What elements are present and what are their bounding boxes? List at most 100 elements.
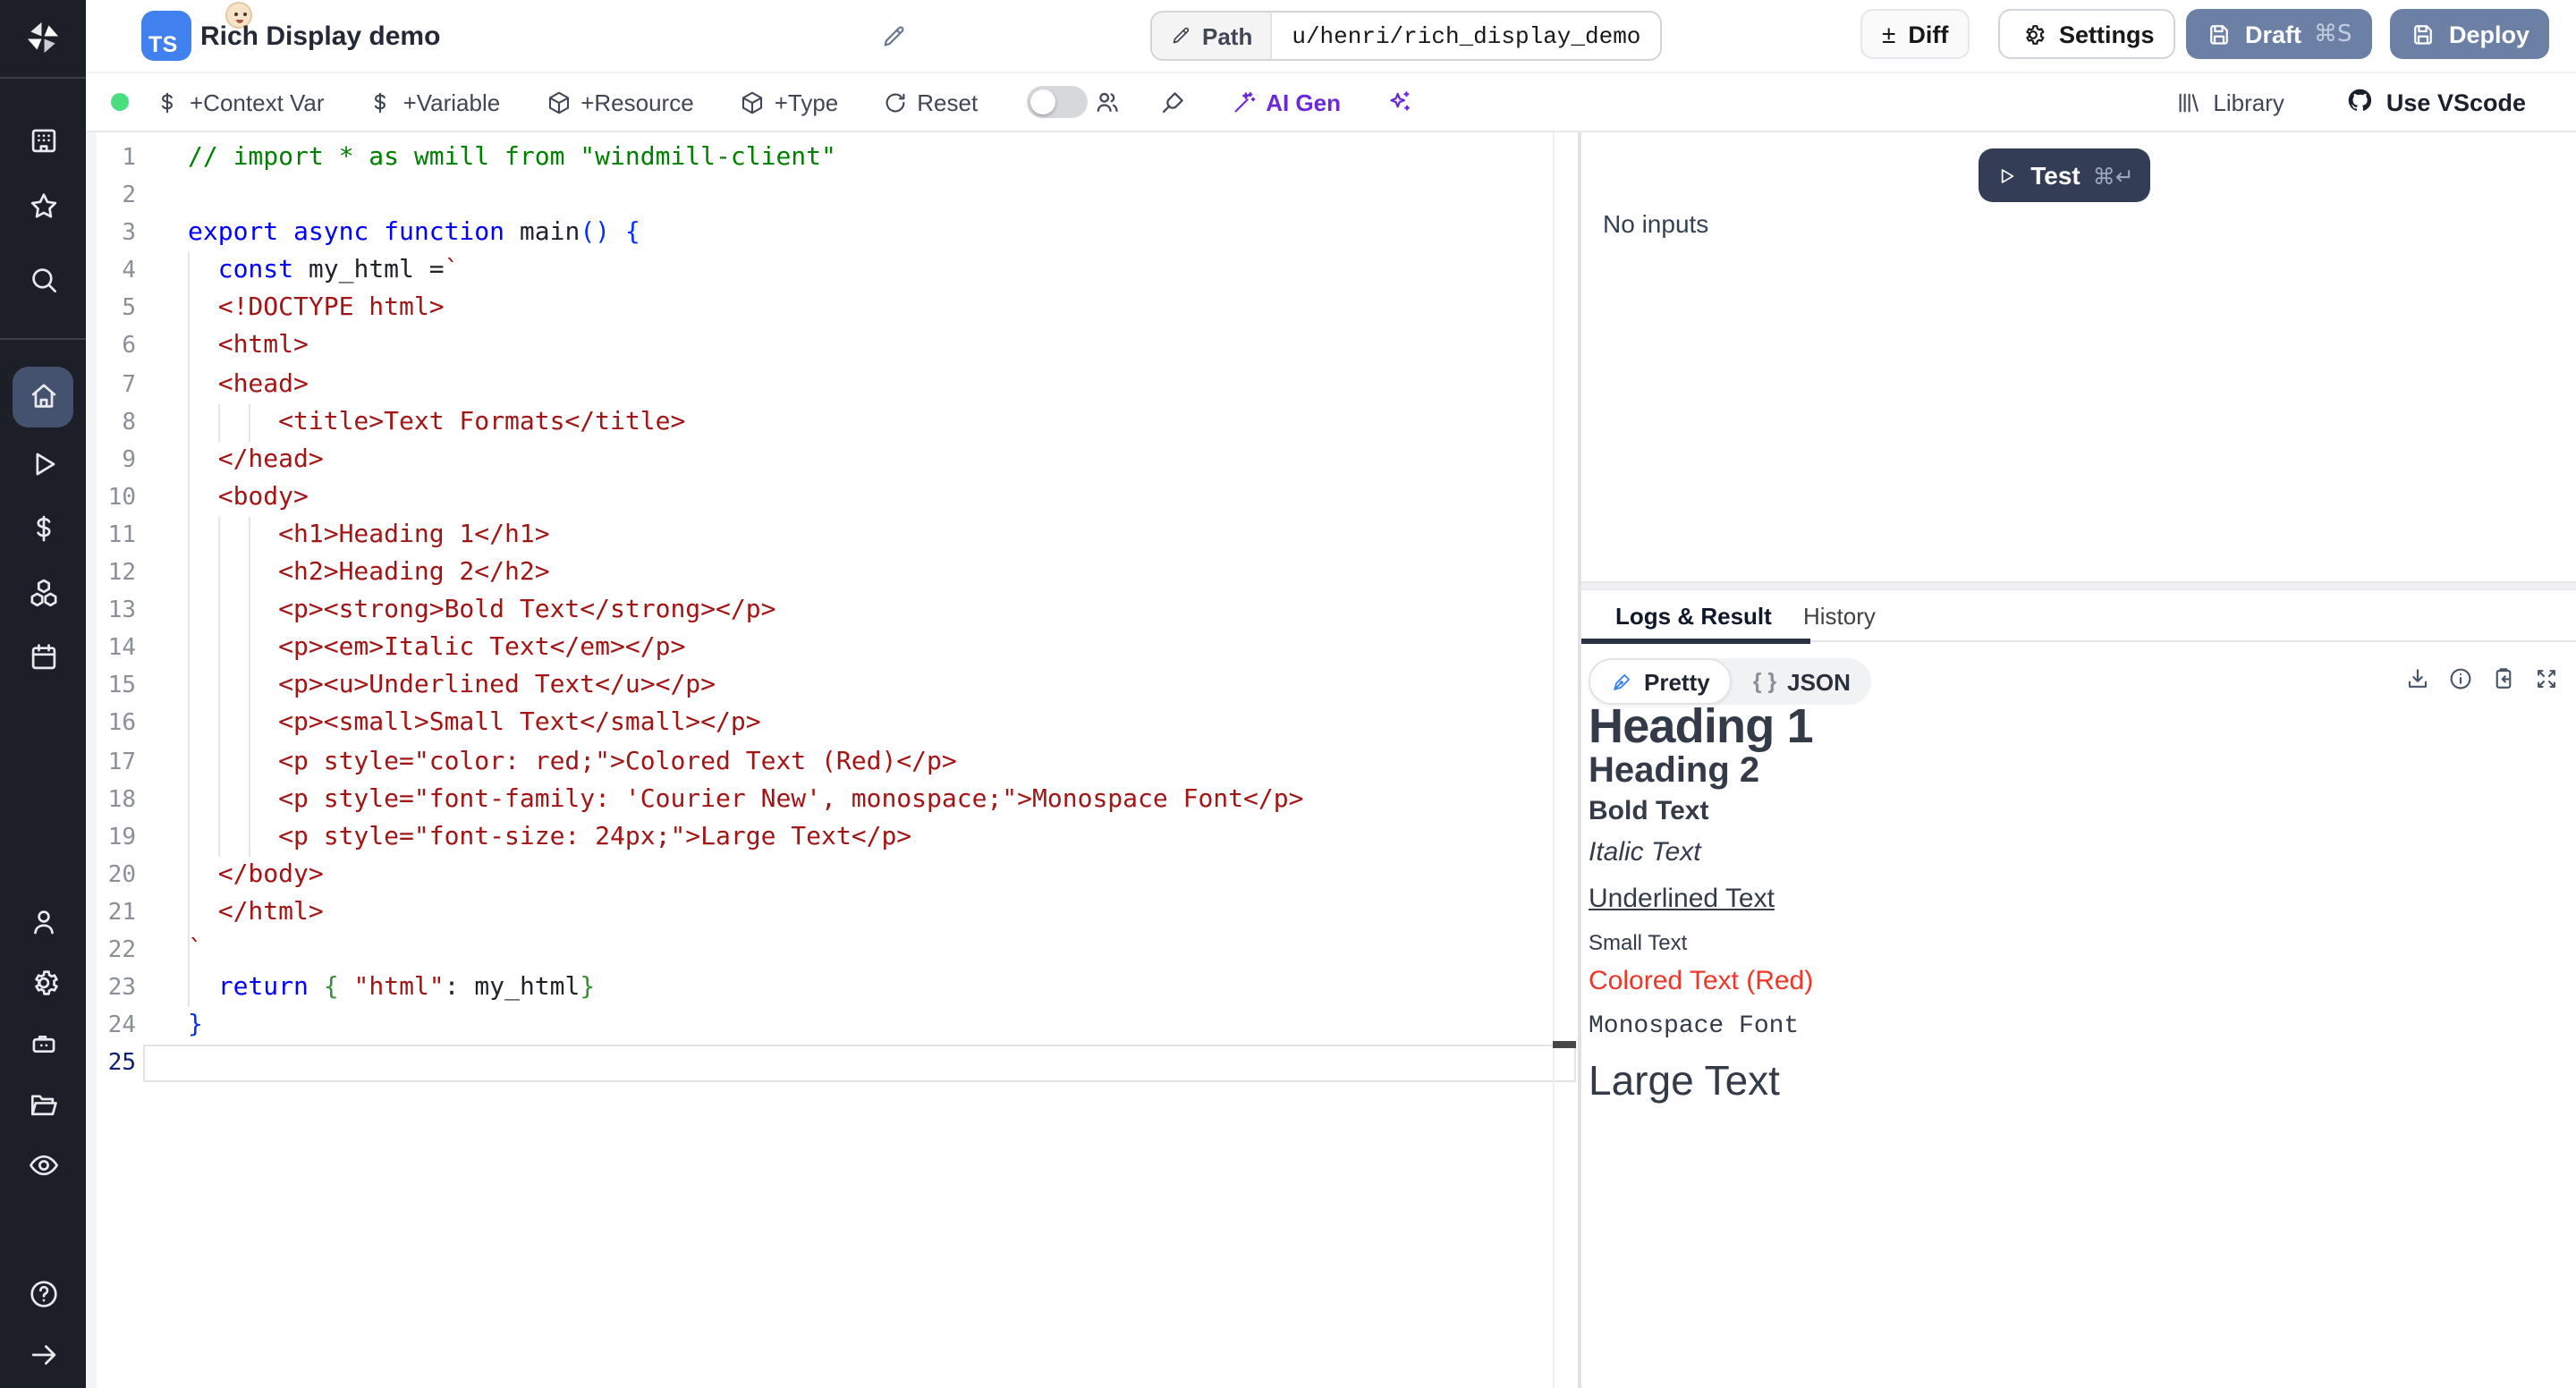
sidebar-item-folders[interactable]	[0, 1088, 86, 1121]
toolbar-button-label: +Variable	[403, 89, 501, 115]
code-line[interactable]: <p><small>Small Text</small></p>	[188, 706, 1303, 743]
code-line[interactable]: </html>	[188, 894, 1303, 932]
use-vscode-button[interactable]: Use VScode	[2345, 85, 2526, 119]
code-line[interactable]: <p style="font-size: 24px;">Large Text</…	[188, 818, 1303, 856]
code-line[interactable]: <p style="font-family: 'Courier New', mo…	[188, 781, 1303, 818]
sidebar-item-account[interactable]	[0, 905, 86, 939]
code-line[interactable]: <h2>Heading 2</h2>	[188, 554, 1303, 592]
sidebar-item-resources[interactable]	[0, 576, 86, 610]
sidebar-item-home[interactable]	[0, 379, 86, 413]
reset[interactable]: Reset	[881, 89, 978, 115]
line-number: 18	[86, 781, 136, 818]
code-line[interactable]: <!DOCTYPE html>	[188, 291, 1303, 328]
floppy-icon	[2410, 21, 2436, 47]
diff-button[interactable]: ± Diff	[1860, 9, 1970, 59]
brush-icon	[1158, 88, 1187, 116]
view-pretty-button[interactable]: Pretty	[1589, 658, 1732, 705]
result-mono-text: Monospace Font	[1589, 1011, 2555, 1045]
code-line[interactable]: const my_html =`	[188, 253, 1303, 291]
sidebar-item-schedules[interactable]	[0, 640, 86, 674]
expand-icon[interactable]	[2533, 665, 2560, 692]
sidebar-item-search[interactable]	[0, 263, 86, 297]
settings-button[interactable]: Settings	[1998, 9, 2176, 59]
diff-mode-toggle[interactable]	[1026, 86, 1087, 118]
active-tab-underline	[1581, 638, 1811, 643]
windmill-script-editor: TS Rich Display demo Path u/henri/rich_d…	[0, 0, 2576, 1388]
code-line[interactable]	[188, 177, 1303, 215]
code-line[interactable]: </body>	[188, 857, 1303, 894]
search-icon	[26, 263, 60, 297]
view-json-button[interactable]: { } JSON	[1732, 658, 1872, 705]
toolbar-button-label: Reset	[917, 89, 978, 115]
code-line[interactable]: <h1>Heading 1</h1>	[188, 517, 1303, 554]
sidebar-item-variables[interactable]	[0, 512, 86, 546]
edit-title-pencil-icon[interactable]	[880, 23, 907, 50]
code-line[interactable]: }	[188, 1007, 1303, 1045]
github-cat-icon	[2345, 85, 2374, 119]
dollar-icon	[26, 512, 60, 546]
sidebar-item-help[interactable]	[0, 1277, 86, 1311]
overview-ruler	[1553, 132, 1555, 1388]
windmill-logo-icon[interactable]	[20, 14, 66, 61]
code-line[interactable]: <p style="color: red;">Colored Text (Red…	[188, 743, 1303, 781]
line-number: 6	[86, 328, 136, 366]
sidebar-item-workers[interactable]	[0, 1027, 86, 1061]
collaborators[interactable]	[1092, 88, 1121, 116]
sparkles-icon	[1384, 88, 1412, 116]
ai-gen[interactable]: AI Gen	[1230, 89, 1341, 115]
code-line[interactable]: </head>	[188, 442, 1303, 479]
info-icon[interactable]	[2447, 665, 2474, 692]
save-draft-button[interactable]: Draft ⌘S	[2186, 9, 2372, 59]
path-value[interactable]: u/henri/rich_display_demo	[1272, 13, 1660, 59]
code-content[interactable]: // import * as wmill from "windmill-clie…	[188, 140, 1303, 1083]
format-code[interactable]	[1158, 88, 1187, 116]
result-h2-text: Heading 2	[1589, 748, 2555, 794]
language-badge: TS	[148, 32, 178, 57]
sidebar-item-audit-logs[interactable]	[0, 1148, 86, 1182]
code-line[interactable]: <p><u>Underlined Text</u></p>	[188, 668, 1303, 706]
add-context-var[interactable]: +Context Var	[154, 89, 325, 115]
code-line[interactable]: // import * as wmill from "windmill-clie…	[188, 140, 1303, 177]
code-line[interactable]: `	[188, 932, 1303, 969]
test-button[interactable]: Test ⌘↵	[1979, 148, 2150, 202]
path-label-segment: Path	[1152, 13, 1272, 59]
arrow-right-icon	[26, 1338, 60, 1372]
code-line[interactable]: <p><em>Italic Text</em></p>	[188, 630, 1303, 667]
sidebar-item-workspace[interactable]	[0, 123, 86, 157]
ai-assistant[interactable]	[1384, 88, 1412, 116]
script-path-field[interactable]: Path u/henri/rich_display_demo	[1150, 11, 1662, 61]
horizontal-splitter[interactable]	[1581, 581, 2576, 590]
toggle-knob	[1030, 89, 1055, 114]
code-line[interactable]: <html>	[188, 328, 1303, 366]
line-number: 21	[86, 894, 136, 932]
result-h1-text: Heading 1	[1589, 701, 2555, 751]
tab-logs-and-result[interactable]: Logs & Result	[1590, 590, 1797, 641]
add-type[interactable]: +Type	[739, 89, 839, 115]
code-line[interactable]: <title>Text Formats</title>	[188, 403, 1303, 441]
library-button[interactable]: Library	[2175, 89, 2284, 115]
result-panel: Logs & Result History Pretty { } JSON	[1581, 590, 2576, 1388]
code-line[interactable]: export async function main() {	[188, 215, 1303, 252]
deploy-button[interactable]: Deploy	[2390, 9, 2549, 59]
line-number: 20	[86, 857, 136, 894]
sidebar-item-runs[interactable]	[0, 447, 86, 481]
dollar-icon	[154, 89, 181, 115]
copy-result-clipboard-icon[interactable]	[2490, 665, 2517, 692]
code-line[interactable]: return { "html": my_html}	[188, 969, 1303, 1007]
sidebar-item-favorites[interactable]	[0, 190, 86, 224]
library-icon	[2175, 89, 2202, 115]
add-variable[interactable]: +Variable	[368, 89, 501, 115]
sidebar-item-expand-sidebar[interactable]	[0, 1338, 86, 1372]
sidebar-divider	[0, 77, 86, 79]
user-icon	[26, 905, 60, 939]
add-resource[interactable]: +Resource	[545, 89, 693, 115]
sidebar-item-settings[interactable]	[0, 966, 86, 1000]
code-editor[interactable]: 1234567891011121314151617181920212223242…	[86, 132, 1578, 1388]
package-icon	[739, 89, 766, 115]
download-icon[interactable]	[2404, 665, 2431, 692]
toolbar-button-label: +Context Var	[190, 89, 325, 115]
code-line[interactable]: <body>	[188, 479, 1303, 517]
code-line[interactable]: <head>	[188, 366, 1303, 403]
code-line[interactable]: <p><strong>Bold Text</strong></p>	[188, 592, 1303, 630]
tab-history[interactable]: History	[1792, 590, 1886, 641]
